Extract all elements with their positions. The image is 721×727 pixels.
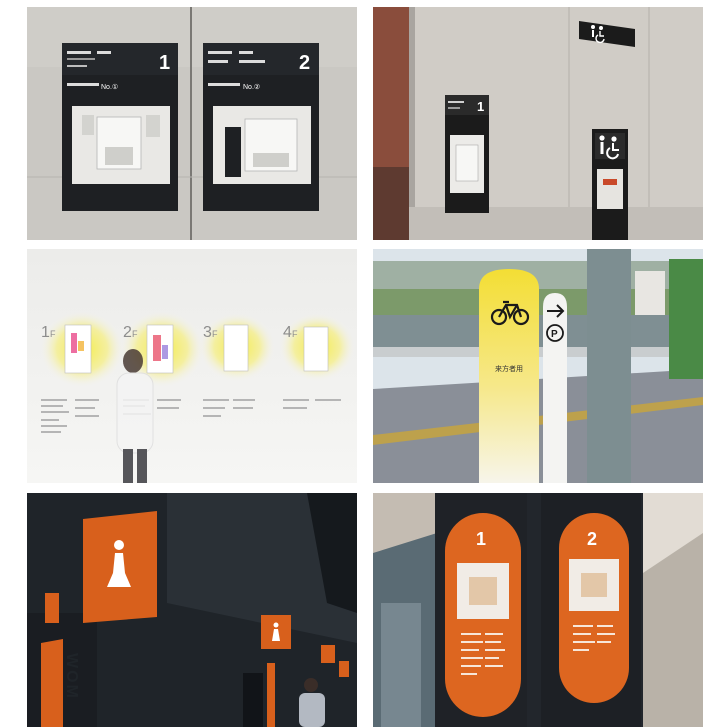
photo-scene: 来方者用 P <box>373 249 703 483</box>
photo-orange-oval-floor-maps: 1 2 <box>373 493 703 727</box>
photo-scene: 1 2 <box>373 493 703 727</box>
wall-sign-floor-number: 1 <box>477 99 484 114</box>
accessible-toilet-sign <box>592 129 628 240</box>
floor-2-suffix: F <box>132 329 138 339</box>
photo-wall-map-and-accessible-toilet: 1 <box>373 7 703 240</box>
parking-post: P <box>543 293 567 483</box>
oval-floor-map-1: 1 <box>445 513 521 717</box>
wall-map-sign: 1 <box>445 95 489 213</box>
photo-orange-toilet-signs: WOM <box>27 493 357 727</box>
oval-floor-map-2: 2 <box>559 513 629 703</box>
photo-scene: 1 <box>373 7 703 240</box>
sign-2-row-value: No.② <box>243 83 260 91</box>
photo-scene: No.① 1 No.② 2 <box>27 7 357 240</box>
vertical-sign-text: WOM <box>63 653 80 700</box>
bicycle-post-label: 来方者用 <box>495 364 523 373</box>
floor-3-number: 3 <box>203 324 212 341</box>
floor-2-number: 2 <box>123 324 132 341</box>
oval-1-number: 1 <box>476 529 486 549</box>
floor-sign-2: No.② 2 <box>203 43 319 211</box>
floor-3-suffix: F <box>212 329 218 339</box>
sign-1-number: 1 <box>159 52 170 74</box>
sign-1-row-value: No.① <box>101 83 118 91</box>
photo-concrete-wall-floor-signs: No.① 1 No.② 2 <box>27 7 357 240</box>
sign-2-number: 2 <box>299 52 310 74</box>
floor-1-suffix: F <box>50 329 56 339</box>
bicycle-post: 来方者用 <box>479 269 539 483</box>
floor-4-suffix: F <box>292 329 298 339</box>
toilet-sign-large <box>83 511 157 623</box>
floor-sign-1: No.① 1 <box>62 43 178 211</box>
photo-floor-directory-wall: 1 F 2 F 3 F 4 F <box>27 249 357 483</box>
photo-scene: WOM <box>27 493 357 727</box>
photo-scene: 1 F 2 F 3 F 4 F <box>27 249 357 483</box>
oval-2-number: 2 <box>587 529 597 549</box>
floor-1-number: 1 <box>41 324 50 341</box>
parking-letter: P <box>551 329 558 340</box>
floor-4-number: 4 <box>283 324 292 341</box>
photo-bicycle-parking-post: 来方者用 P <box>373 249 703 483</box>
